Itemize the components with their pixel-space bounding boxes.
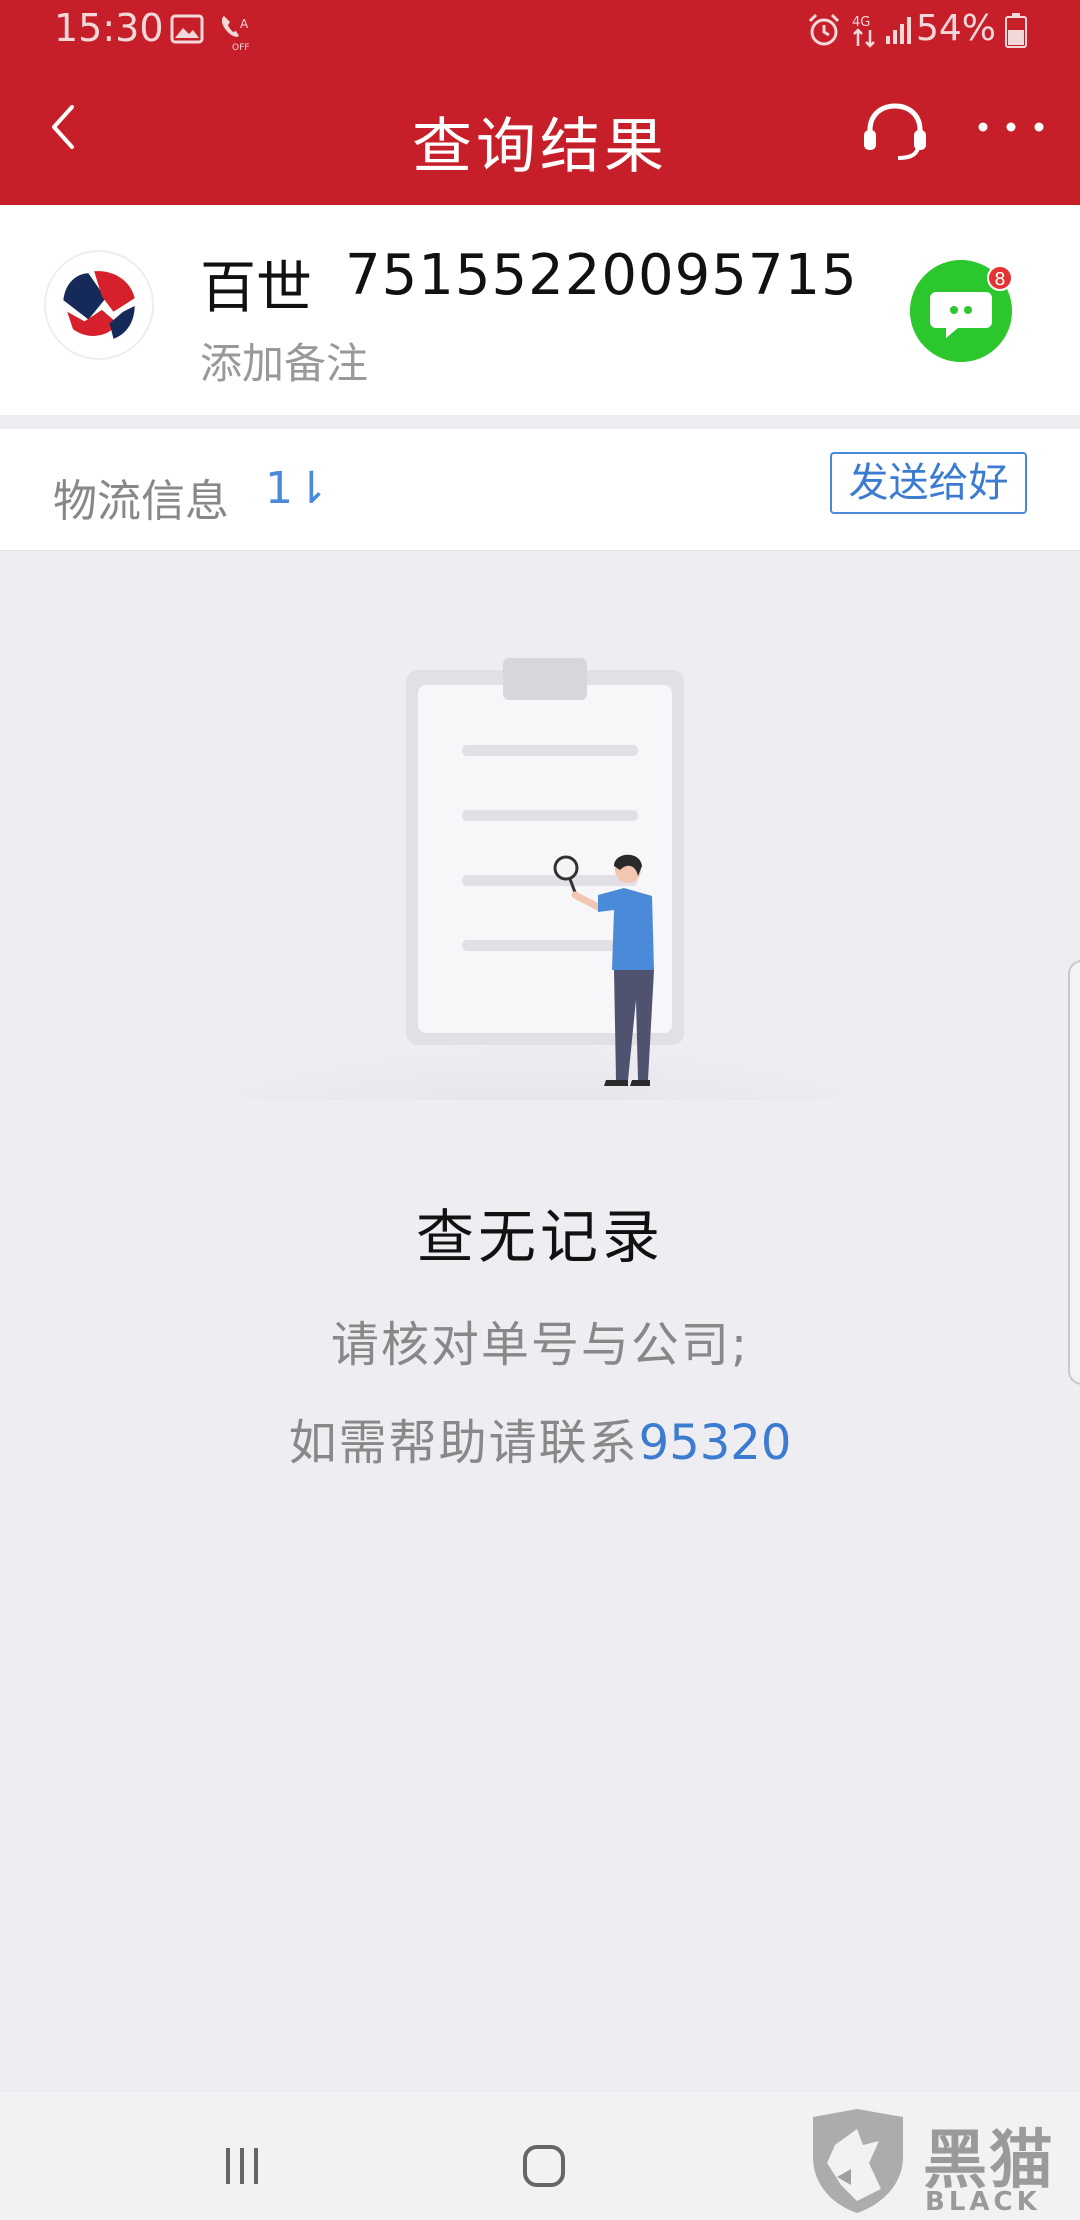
help-contact-text: 如需帮助请联系95320 — [0, 1403, 1080, 1473]
battery-percent: 54% — [915, 8, 996, 49]
empty-hint: 请核对单号与公司; — [330, 1317, 750, 1373]
app-bar: 查询结果 — [0, 62, 1080, 205]
battery-icon — [1005, 13, 1027, 48]
svg-text:OFF: OFF — [232, 43, 249, 52]
headset-icon[interactable] — [860, 102, 930, 162]
add-note-link[interactable]: 添加备注 — [200, 330, 368, 391]
empty-clipboard-illustration — [200, 658, 880, 1100]
svg-text:A: A — [240, 17, 249, 31]
divider — [0, 415, 1080, 429]
empty-title: 查无记录 — [415, 1203, 664, 1271]
courier-logo[interactable] — [44, 250, 154, 360]
top-bar: 15:30 A OFF 4G 54% 查询结果 — [0, 0, 1080, 205]
watermark-en: BLACK CAT — [925, 2187, 1041, 2220]
parcel-card: 百世 75155220095715 添加备注 8 — [0, 205, 1080, 415]
4g-data-icon: 4G — [852, 15, 875, 48]
edge-panel-handle[interactable] — [1068, 960, 1080, 1385]
chat-badge: 8 — [987, 265, 1013, 291]
help-prefix: 如需帮助请联系 — [288, 1415, 639, 1471]
signal-icon — [886, 17, 911, 44]
home-icon[interactable] — [520, 2142, 568, 2190]
logistics-label: 物流信息 — [53, 476, 229, 527]
recent-apps-icon[interactable] — [220, 2144, 264, 2188]
send-to-friend-button[interactable]: 发送给好 — [830, 452, 1027, 514]
courier-name: 百世 — [200, 256, 312, 321]
sort-icon[interactable]: 1⇂ — [265, 463, 330, 514]
logistics-header: 物流信息 1⇂ 发送给好 — [0, 429, 1080, 551]
status-bar: 15:30 A OFF 4G 54% — [0, 0, 1080, 62]
more-dots-icon[interactable] — [975, 112, 1047, 142]
black-cat-logo-icon — [813, 2109, 903, 2213]
status-time: 15:30 — [54, 6, 164, 50]
svg-text:4G: 4G — [852, 15, 870, 30]
alarm-icon — [808, 13, 840, 46]
tracking-number[interactable]: 75155220095715 — [345, 243, 858, 308]
black-cat-watermark: 黑猫 BLACK CAT — [805, 2105, 1080, 2220]
wifi-call-off-icon: A OFF — [221, 16, 249, 52]
help-phone-link[interactable]: 95320 — [639, 1415, 792, 1471]
image-icon — [170, 14, 204, 44]
